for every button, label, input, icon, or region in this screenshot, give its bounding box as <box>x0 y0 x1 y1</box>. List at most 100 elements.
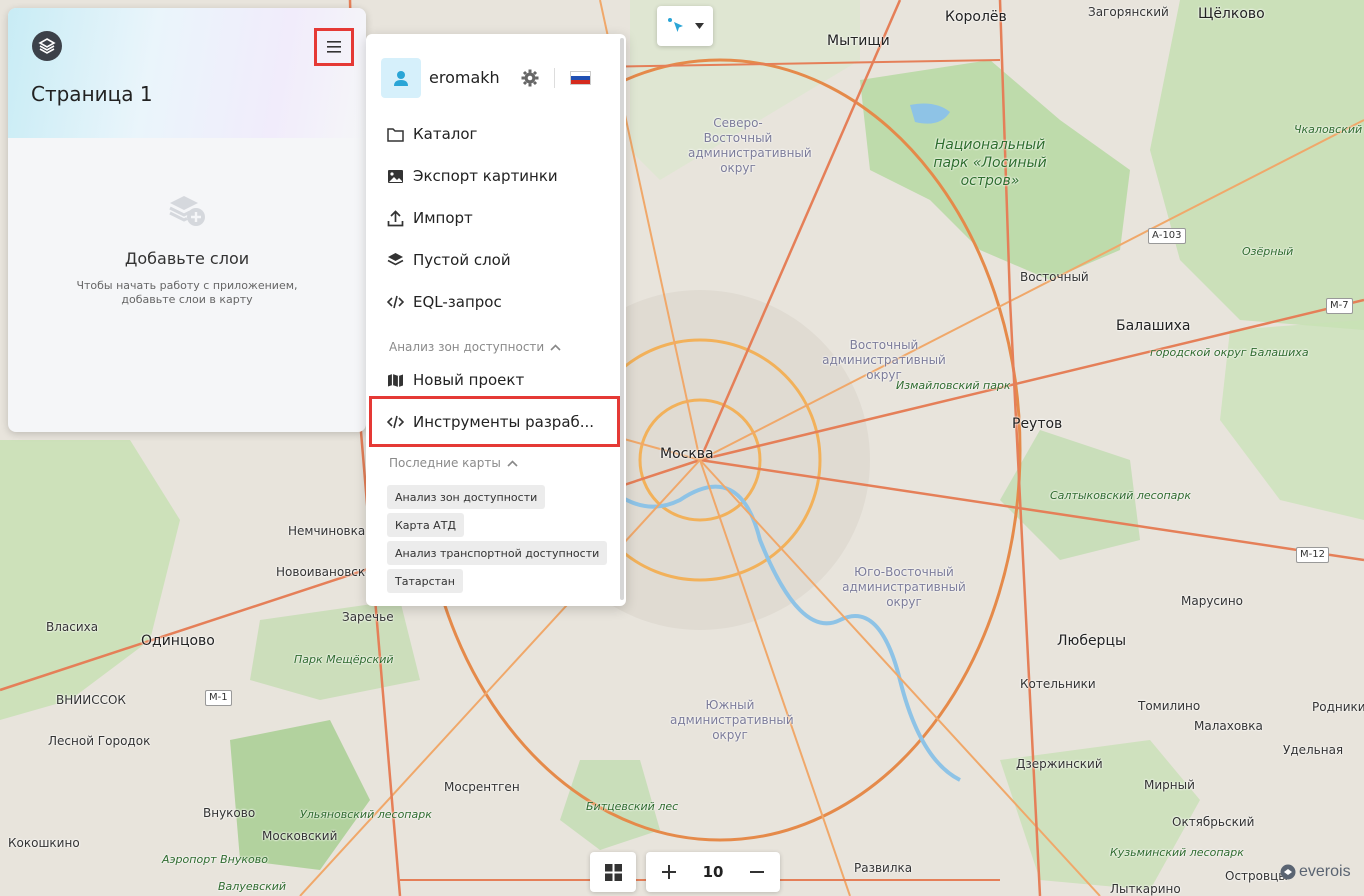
menu-item-label: Пустой слой <box>413 251 511 269</box>
zoom-level-value: 10 <box>702 863 724 881</box>
map-city-label: Королёв <box>945 9 1007 25</box>
map-green-label: Кузьминский лесопарк <box>1110 846 1244 859</box>
add-layer-icon <box>168 192 206 232</box>
menu-item-label: Инструменты разраб... <box>413 413 595 431</box>
map-city-label: Щёлково <box>1198 6 1265 22</box>
map-label: Восточный <box>1020 270 1089 284</box>
recent-map-chip[interactable]: Карта АТД <box>387 513 465 537</box>
map-label: Внуково <box>203 806 256 820</box>
code-icon <box>386 413 404 431</box>
map-label: Островцы <box>1225 869 1288 883</box>
chevron-up-icon <box>550 340 561 354</box>
menu-item-label: Импорт <box>413 209 473 227</box>
map-district-label: Юго-Восточный административный округ <box>842 565 966 609</box>
selection-tool-dropdown[interactable] <box>657 6 713 46</box>
layers-icon <box>386 251 404 269</box>
empty-state-description: Чтобы начать работу с приложением, добав… <box>76 279 298 306</box>
grid-icon <box>604 863 622 881</box>
brand-name: everois <box>1299 863 1351 880</box>
panel-header-gradient <box>8 8 366 138</box>
menu-item-catalog[interactable]: Каталог <box>386 121 477 147</box>
map-label: Томилино <box>1138 699 1201 713</box>
road-badge: А-103 <box>1148 228 1186 244</box>
map-label: Кокошкино <box>8 836 80 850</box>
menu-item-label: Каталог <box>413 125 478 143</box>
menu-item-dev-tools[interactable]: Инструменты разраб... <box>386 409 594 435</box>
map-city-label: Люберцы <box>1057 633 1127 649</box>
map-city-label: Балашиха <box>1116 318 1191 334</box>
map-green-label: Салтыковский лесопарк <box>1050 489 1192 502</box>
map-city-label: Москва <box>660 446 714 462</box>
hamburger-menu-button[interactable] <box>314 28 354 66</box>
menu-item-new-project[interactable]: Новый проект <box>386 367 524 393</box>
map-label: ВНИИССОК <box>56 693 126 707</box>
map-green-label: Озёрный <box>1242 245 1294 258</box>
user-icon <box>394 71 408 86</box>
zoom-control: 10 <box>646 852 780 892</box>
map-district-label: Южный административный округ <box>670 698 794 742</box>
map-green-label: Валуевский <box>218 880 287 893</box>
map-label: Новоивановское <box>276 565 380 579</box>
caret-down-icon <box>694 23 704 29</box>
gear-icon <box>521 69 539 87</box>
map-label: Малаховка <box>1194 719 1263 733</box>
map-district-label: Восточный административный округ <box>822 338 946 382</box>
road-badge: М-7 <box>1326 298 1353 314</box>
map-label: Октябрьский <box>1172 815 1255 829</box>
basemap-grid-button[interactable] <box>590 852 636 892</box>
recent-map-chip[interactable]: Татарстан <box>387 569 463 593</box>
section-title: Последние карты <box>389 456 501 470</box>
map-label: Родники <box>1312 700 1364 714</box>
map-label: Удельная <box>1283 743 1344 757</box>
upload-icon <box>386 209 404 227</box>
map-icon <box>386 371 404 389</box>
page-title[interactable]: Страница 1 <box>31 82 153 106</box>
map-city-label: Мытищи <box>827 33 890 49</box>
layers-panel: Страница 1 Добавьте слои Чтобы начать ра… <box>8 8 366 432</box>
map-green-label: городской округ Балашиха <box>1150 346 1309 359</box>
minus-icon <box>750 871 764 873</box>
map-green-label: Аэропорт Внуково <box>162 853 268 866</box>
map-green-label: Ульяновский лесопарк <box>300 808 432 821</box>
menu-scrollbar[interactable] <box>620 38 624 600</box>
map-green-label: Битцевский лес <box>586 800 679 813</box>
recent-map-chip[interactable]: Анализ зон доступности <box>387 485 546 509</box>
section-access-zones-header[interactable]: Анализ зон доступности <box>389 340 561 354</box>
menu-item-label: EQL-запрос <box>413 293 502 311</box>
hamburger-icon <box>327 41 341 53</box>
road-badge: М-1 <box>205 690 232 706</box>
menu-item-eql-query[interactable]: EQL-запрос <box>386 289 502 315</box>
brand-watermark: everois <box>1280 863 1351 881</box>
zoom-in-button[interactable] <box>658 861 680 883</box>
map-label: Марусино <box>1181 594 1244 608</box>
map-label: Чкаловский <box>1294 123 1363 136</box>
menu-item-export-image[interactable]: Экспорт картинки <box>386 163 558 189</box>
menu-item-import[interactable]: Импорт <box>386 205 473 231</box>
folder-icon <box>386 125 404 143</box>
language-flag-ru-icon[interactable] <box>570 71 591 85</box>
settings-button[interactable] <box>519 67 541 89</box>
section-recent-maps-header[interactable]: Последние карты <box>389 456 518 470</box>
brand-logo-icon <box>1280 864 1296 880</box>
header-divider <box>554 68 555 88</box>
map-label: Дзержинский <box>1016 757 1103 771</box>
recent-map-chip[interactable]: Анализ транспортной доступности <box>387 541 608 565</box>
app-logo-icon[interactable] <box>32 31 62 61</box>
map-label: Мирный <box>1144 778 1195 792</box>
pointer-select-icon <box>667 18 683 32</box>
code-icon <box>386 293 404 311</box>
plus-icon <box>662 865 676 879</box>
map-label: Котельники <box>1020 677 1096 691</box>
image-icon <box>386 167 404 185</box>
map-city-label: Реутов <box>1012 416 1063 432</box>
map-label: Заречье <box>342 610 394 624</box>
empty-state-title: Добавьте слои <box>124 249 250 268</box>
menu-item-empty-layer[interactable]: Пустой слой <box>386 247 511 273</box>
map-district-label: Северо-Восточный административный округ <box>688 116 812 175</box>
map-label: Немчиновка <box>288 524 366 538</box>
zoom-out-button[interactable] <box>746 861 768 883</box>
section-title: Анализ зон доступности <box>389 340 545 354</box>
chevron-up-icon <box>507 456 518 470</box>
user-avatar[interactable] <box>381 58 421 98</box>
menu-item-label: Новый проект <box>413 371 525 389</box>
